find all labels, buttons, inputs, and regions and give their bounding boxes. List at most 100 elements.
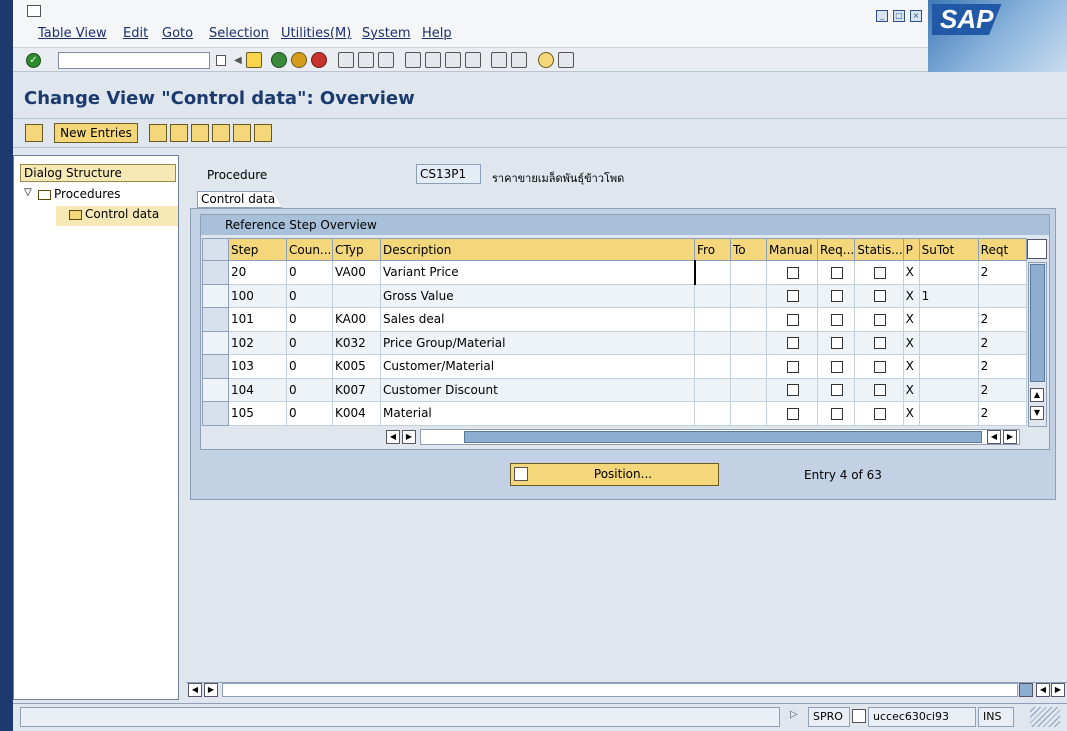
help-icon[interactable]: [538, 52, 554, 68]
cell-subtotal[interactable]: [918, 377, 979, 402]
required-checkbox[interactable]: [831, 360, 844, 373]
next-page-icon[interactable]: [445, 52, 461, 68]
row-selector[interactable]: [202, 330, 229, 355]
menu-edit[interactable]: Edit: [123, 26, 148, 41]
cell-to[interactable]: [730, 260, 767, 285]
cell-subtotal[interactable]: [918, 307, 979, 332]
save-icon[interactable]: [246, 52, 262, 68]
row-selector[interactable]: [202, 401, 229, 426]
expand-node-icon[interactable]: ▽: [24, 187, 32, 198]
menu-table-view[interactable]: Table View: [38, 26, 107, 41]
print-icon[interactable]: [338, 52, 354, 68]
tab-control-data[interactable]: Control data: [197, 191, 282, 208]
required-checkbox[interactable]: [831, 313, 844, 326]
required-checkbox[interactable]: [831, 266, 844, 279]
statistical-checkbox[interactable]: [873, 360, 886, 373]
col-required[interactable]: Req...: [816, 238, 856, 261]
manual-checkbox[interactable]: [787, 290, 799, 303]
tree-item-procedures[interactable]: Procedures: [38, 187, 121, 201]
cell-print[interactable]: X: [902, 330, 920, 355]
select-block-icon[interactable]: [233, 124, 251, 142]
close-icon[interactable]: ×: [910, 10, 922, 22]
manual-checkbox[interactable]: [787, 313, 799, 326]
col-to[interactable]: To: [730, 238, 767, 261]
cell-from[interactable]: [694, 307, 731, 332]
command-history-icon[interactable]: [216, 55, 226, 66]
cell-requirement[interactable]: 2: [977, 330, 1027, 355]
cell-print[interactable]: X: [902, 307, 920, 332]
scroll-right-icon[interactable]: ▶: [402, 430, 416, 444]
deselect-all-icon[interactable]: [254, 124, 272, 142]
undo-change-icon[interactable]: [191, 124, 209, 142]
cell-to[interactable]: [730, 354, 767, 379]
resize-grip-icon[interactable]: [1030, 707, 1060, 727]
horizontal-scroll-thumb[interactable]: [464, 431, 982, 443]
row-selector[interactable]: [202, 307, 229, 332]
cell-print[interactable]: X: [902, 401, 920, 426]
cell-requirement[interactable]: 2: [977, 401, 1027, 426]
cell-to[interactable]: [730, 283, 767, 308]
menu-system[interactable]: System: [362, 26, 410, 41]
statistical-checkbox[interactable]: [873, 384, 886, 397]
menu-utilities[interactable]: Utilities(M): [281, 26, 351, 41]
select-all-column[interactable]: [202, 238, 229, 261]
copy-as-icon[interactable]: [149, 124, 167, 142]
statistical-checkbox[interactable]: [873, 337, 886, 350]
back-icon[interactable]: [271, 52, 287, 68]
vertical-scroll-thumb[interactable]: [1030, 264, 1045, 382]
display-change-icon[interactable]: [25, 124, 43, 142]
scroll-left-icon[interactable]: ◀: [386, 430, 400, 444]
minimize-icon[interactable]: _: [876, 10, 888, 22]
cell-subtotal[interactable]: [918, 260, 979, 285]
tree-item-control-data[interactable]: Control data: [56, 206, 178, 226]
enter-icon[interactable]: ✓: [26, 53, 41, 68]
menu-selection[interactable]: Selection: [209, 26, 269, 41]
shortcut-icon[interactable]: [511, 52, 527, 68]
scroll-right-icon[interactable]: ▶: [204, 683, 218, 697]
manual-checkbox[interactable]: [787, 266, 799, 279]
statistical-checkbox[interactable]: [873, 290, 886, 303]
col-statistical[interactable]: Statis...: [854, 238, 904, 261]
cell-requirement[interactable]: [977, 283, 1027, 308]
cancel-icon[interactable]: [311, 52, 327, 68]
new-entries-button[interactable]: New Entries: [54, 123, 138, 143]
required-checkbox[interactable]: [831, 337, 844, 350]
manual-checkbox[interactable]: [787, 337, 799, 350]
cell-from[interactable]: [693, 260, 731, 285]
first-page-icon[interactable]: [405, 52, 421, 68]
row-selector[interactable]: [202, 354, 229, 379]
menu-help[interactable]: Help: [422, 26, 452, 41]
required-checkbox[interactable]: [831, 407, 844, 420]
cell-from[interactable]: [694, 354, 731, 379]
select-all-icon[interactable]: [212, 124, 230, 142]
cell-requirement[interactable]: 2: [977, 377, 1027, 402]
col-condition-type[interactable]: CTyp: [332, 238, 381, 261]
manual-checkbox[interactable]: [787, 384, 799, 397]
col-requirement[interactable]: Reqt: [977, 238, 1027, 261]
cell-from[interactable]: [694, 283, 731, 308]
cell-subtotal[interactable]: [918, 401, 979, 426]
menu-goto[interactable]: Goto: [162, 26, 193, 41]
cell-print[interactable]: X: [902, 354, 920, 379]
last-page-icon[interactable]: [465, 52, 481, 68]
cell-subtotal[interactable]: 1: [918, 283, 979, 308]
delete-icon[interactable]: [170, 124, 188, 142]
col-from[interactable]: Fro: [694, 238, 731, 261]
system-menu-icon[interactable]: [27, 5, 41, 17]
statistical-checkbox[interactable]: [873, 407, 886, 420]
cell-print[interactable]: X: [902, 377, 920, 402]
cell-to[interactable]: [730, 401, 767, 426]
cell-from[interactable]: [694, 377, 731, 402]
statistical-checkbox[interactable]: [873, 313, 886, 326]
cell-requirement[interactable]: 2: [977, 260, 1027, 285]
status-system-icon[interactable]: [852, 709, 866, 723]
find-icon[interactable]: [358, 52, 374, 68]
previous-page-icon[interactable]: [425, 52, 441, 68]
col-step[interactable]: Step: [228, 238, 287, 261]
col-print[interactable]: P: [902, 238, 920, 261]
col-counter[interactable]: Coun...: [286, 238, 333, 261]
cell-requirement[interactable]: 2: [977, 307, 1027, 332]
layout-menu-icon[interactable]: [558, 52, 574, 68]
scroll-left-icon[interactable]: ◀: [987, 430, 1001, 444]
row-selector[interactable]: [202, 260, 229, 285]
